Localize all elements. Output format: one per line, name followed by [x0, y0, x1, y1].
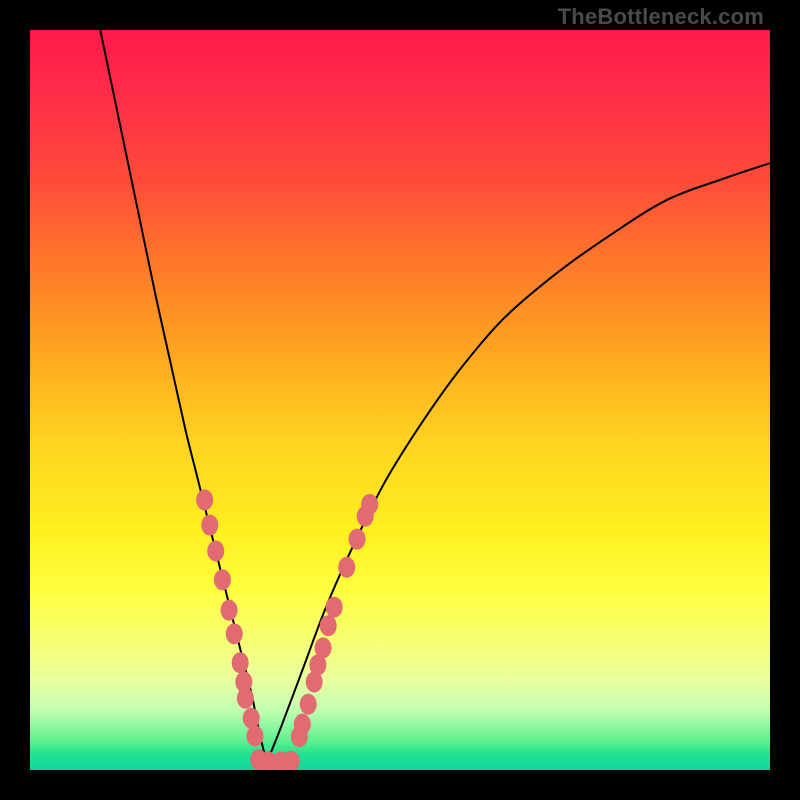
dot — [243, 708, 260, 729]
dot — [349, 529, 366, 550]
dot — [232, 652, 249, 673]
dot — [196, 489, 213, 510]
chart-frame: TheBottleneck.com — [0, 0, 800, 800]
dot — [320, 615, 337, 636]
dot — [237, 688, 254, 709]
dot — [294, 714, 311, 735]
watermark-text: TheBottleneck.com — [558, 4, 764, 30]
dot — [315, 637, 332, 658]
dot — [338, 557, 355, 578]
dot — [214, 569, 231, 590]
curve-right-branch — [267, 163, 770, 762]
dot — [221, 600, 238, 621]
dot — [201, 515, 218, 536]
dot — [326, 597, 343, 618]
dot — [226, 623, 243, 644]
dot — [207, 540, 224, 561]
dot — [300, 694, 317, 715]
dot — [246, 725, 263, 746]
plot-area — [30, 30, 770, 770]
chart-svg — [30, 30, 770, 770]
highlight-dots — [196, 489, 378, 770]
dot — [361, 494, 378, 515]
